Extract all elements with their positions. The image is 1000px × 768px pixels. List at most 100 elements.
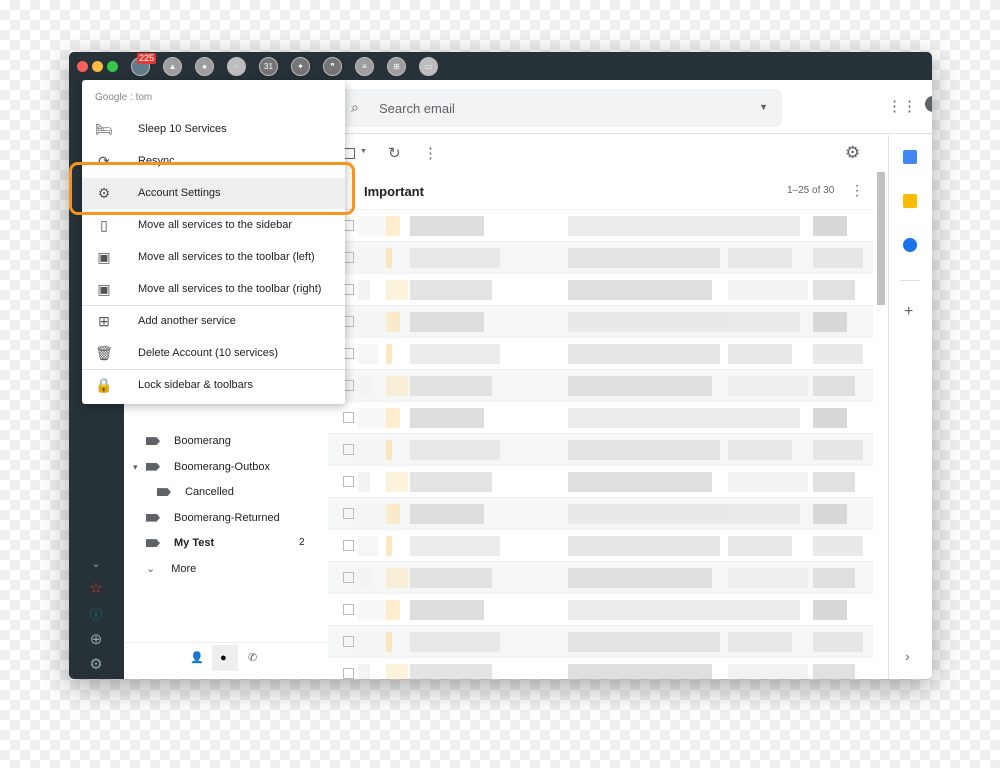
- row-checkbox[interactable]: [343, 636, 354, 647]
- search-bar[interactable]: ⌕ Search email ▼: [338, 89, 782, 127]
- service-calendar-icon[interactable]: 31: [259, 57, 278, 76]
- menu-item-delete-account[interactable]: 🗑 Delete Account (10 services): [82, 338, 345, 369]
- service-drive-icon[interactable]: ▲: [163, 57, 182, 76]
- row-checkbox[interactable]: [343, 668, 354, 679]
- menu-item-move-toolbar-left[interactable]: ▣ Move all services to the toolbar (left): [82, 242, 345, 273]
- tasks-icon[interactable]: [903, 238, 917, 252]
- chevron-down-icon[interactable]: ⌄: [87, 555, 105, 573]
- close-button[interactable]: [77, 61, 88, 72]
- hangouts-icon[interactable]: ●: [220, 651, 227, 665]
- blurred-content: [568, 312, 728, 332]
- message-row[interactable]: [328, 562, 873, 594]
- message-row[interactable]: [328, 434, 873, 466]
- select-dropdown-icon[interactable]: ▼: [360, 148, 367, 155]
- account-context-menu: Google : tom 🛏 Sleep 10 Services ⟳ Resync …: [82, 80, 345, 404]
- settings-icon[interactable]: ⚙: [845, 143, 860, 163]
- service-sheets-icon[interactable]: ⊞: [387, 57, 406, 76]
- row-checkbox[interactable]: [343, 540, 354, 551]
- star-icon[interactable]: ☆: [87, 580, 105, 598]
- blurred-content: [813, 536, 863, 556]
- blurred-content: [358, 600, 386, 620]
- service-slides-icon[interactable]: ▭: [419, 57, 438, 76]
- keep-icon[interactable]: [903, 194, 917, 208]
- menu-item-sleep[interactable]: 🛏 Sleep 10 Services: [82, 114, 345, 145]
- blurred-content: [728, 536, 792, 556]
- blurred-content: [728, 440, 792, 460]
- add-addon-icon[interactable]: +: [904, 303, 913, 321]
- label-item[interactable]: Boomerang-Returned: [146, 511, 280, 525]
- row-checkbox[interactable]: [343, 476, 354, 487]
- label-item[interactable]: My Test 2: [146, 536, 305, 550]
- blurred-content: [358, 344, 378, 364]
- blurred-content: [728, 632, 792, 652]
- label-item[interactable]: ▾ Boomerang-Outbox: [133, 460, 270, 474]
- notifications-icon[interactable]: [925, 96, 932, 112]
- scrollbar[interactable]: [877, 172, 885, 305]
- delete-icon: 🗑: [95, 345, 113, 361]
- refresh-icon[interactable]: ↻: [388, 144, 401, 162]
- blurred-content: [813, 312, 847, 332]
- apps-grid-icon[interactable]: ⋮⋮: [887, 97, 917, 115]
- menu-item-move-toolbar-right[interactable]: ▣ Move all services to the toolbar (right…: [82, 274, 345, 305]
- service-keep-icon[interactable]: ◦: [227, 57, 246, 76]
- phone-icon[interactable]: ✆: [248, 651, 257, 665]
- row-checkbox[interactable]: [343, 572, 354, 583]
- blurred-content: [410, 664, 492, 679]
- row-checkbox[interactable]: [343, 412, 354, 423]
- message-row[interactable]: [328, 242, 873, 274]
- blurred-content: [813, 504, 847, 524]
- add-service-icon[interactable]: ⊕: [87, 631, 105, 649]
- row-checkbox[interactable]: [343, 444, 354, 455]
- blurred-content: [386, 344, 392, 364]
- service-docs-icon[interactable]: ≡: [355, 57, 374, 76]
- message-row[interactable]: [328, 594, 873, 626]
- more-options-icon[interactable]: ⋮: [423, 144, 438, 162]
- blurred-content: [410, 600, 484, 620]
- expand-panel-icon[interactable]: ›: [905, 648, 910, 664]
- toolbar-left-icon: ▣: [97, 249, 111, 265]
- message-row[interactable]: [328, 370, 873, 402]
- help-icon[interactable]: ⓘ: [87, 606, 105, 624]
- section-menu-icon[interactable]: ⋮: [850, 182, 864, 199]
- menu-item-lock[interactable]: 🔒 Lock sidebar & toolbars: [82, 370, 345, 401]
- minimize-button[interactable]: [92, 61, 103, 72]
- select-all-checkbox[interactable]: [344, 148, 355, 159]
- expand-arrow-icon[interactable]: ▾: [133, 460, 138, 474]
- blurred-content: [568, 216, 728, 236]
- contacts-icon[interactable]: 👤: [190, 651, 204, 665]
- message-row[interactable]: [328, 626, 873, 658]
- section-title: Important: [364, 184, 424, 199]
- service-hangouts-icon[interactable]: ❞: [323, 57, 342, 76]
- blurred-content: [813, 568, 855, 588]
- settings-gear-icon[interactable]: ⚙: [87, 656, 105, 674]
- search-options-icon[interactable]: ▼: [759, 102, 768, 112]
- row-checkbox[interactable]: [343, 508, 354, 519]
- message-row[interactable]: [328, 402, 873, 434]
- search-icon: ⌕: [351, 99, 359, 115]
- blurred-content: [410, 216, 484, 236]
- row-checkbox[interactable]: [343, 604, 354, 615]
- service-photos-icon[interactable]: ✦: [291, 57, 310, 76]
- blurred-content: [813, 216, 847, 236]
- blurred-content: [568, 248, 720, 268]
- message-row[interactable]: [328, 210, 873, 242]
- more-labels[interactable]: ⌄ More: [146, 562, 196, 576]
- label-tag-icon: [146, 437, 160, 446]
- message-row[interactable]: [328, 466, 873, 498]
- message-row[interactable]: [328, 306, 873, 338]
- label-item[interactable]: Cancelled: [157, 485, 234, 499]
- maximize-button[interactable]: [107, 61, 118, 72]
- toolbar-right-icon: ▣: [97, 281, 111, 297]
- add-box-icon: ⊞: [98, 313, 110, 329]
- message-row[interactable]: [328, 498, 873, 530]
- service-contacts-icon[interactable]: ●: [195, 57, 214, 76]
- blurred-content: [386, 440, 392, 460]
- message-row[interactable]: [328, 338, 873, 370]
- message-row[interactable]: [328, 530, 873, 562]
- calendar-icon[interactable]: [903, 150, 917, 164]
- menu-item-add-service[interactable]: ⊞ Add another service: [82, 306, 345, 337]
- message-row[interactable]: [328, 658, 873, 679]
- message-row[interactable]: [328, 274, 873, 306]
- label-item[interactable]: Boomerang: [146, 434, 231, 448]
- search-input[interactable]: Search email: [379, 101, 455, 116]
